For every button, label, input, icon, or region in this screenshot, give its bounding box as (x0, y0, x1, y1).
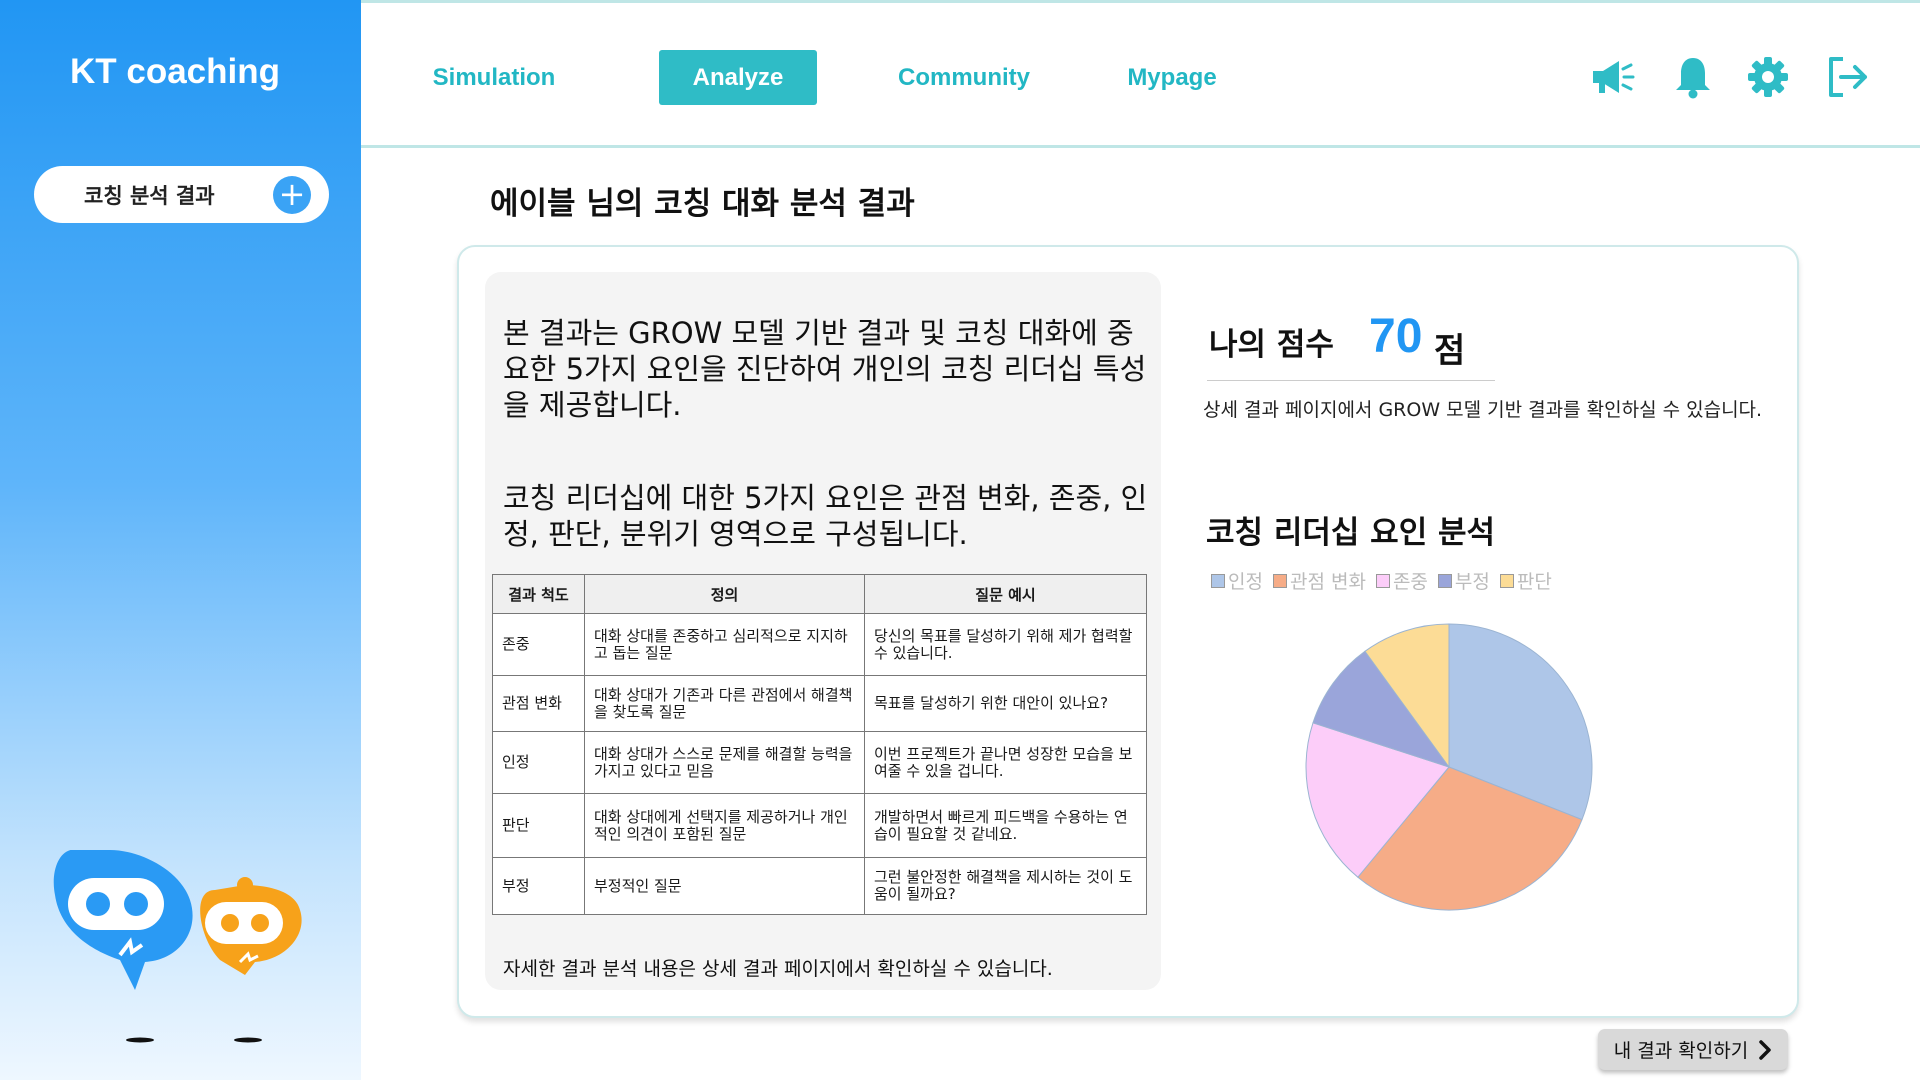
blue-mascot (53, 850, 193, 990)
legend-label: 부정 (1454, 571, 1490, 593)
column-header: 정의 (584, 574, 865, 614)
legend-item: 존중 (1375, 567, 1428, 594)
chevron-right-icon (1759, 1039, 1771, 1060)
table-header-row: 결과 척도 정의 질문 예시 (492, 574, 1147, 614)
score-value: 70 (1369, 310, 1423, 363)
view-my-results-label: 내 결과 확인하기 (1613, 1040, 1749, 1062)
intro-paragraph: 본 결과는 GROW 모델 기반 결과 및 코칭 대화에 중요한 5가지 요인을… (503, 316, 1147, 422)
table-cell: 대화 상대가 스스로 문제를 해결할 능력을 가지고 있다고 믿음 (584, 731, 865, 794)
legend-swatch (1375, 573, 1390, 588)
analysis-card: 본 결과는 GROW 모델 기반 결과 및 코칭 대화에 중요한 5가지 요인을… (457, 245, 1799, 1018)
legend-label: 관점 변화 (1289, 571, 1366, 593)
megaphone-icon[interactable] (1589, 53, 1637, 101)
sidebar: KT coaching 코칭 분석 결과 + (0, 0, 361, 1080)
table-cell: 인정 (492, 731, 585, 794)
table-cell: 목표를 달성하기 위한 대안이 있나요? (864, 675, 1147, 732)
legend-item: 관점 변화 (1272, 567, 1366, 594)
table-cell: 부정 (492, 857, 585, 915)
legend-item: 인정 (1211, 567, 1263, 594)
table-cell: 관점 변화 (492, 675, 585, 732)
tab-analyze[interactable]: Analyze (659, 50, 817, 105)
pie-chart (1305, 623, 1593, 911)
table-cell: 판단 (492, 793, 585, 858)
table-row: 부정 부정적인 질문 그런 불안정한 해결책을 제시하는 것이 도움이 될까요? (492, 857, 1147, 915)
table-cell: 당신의 목표를 달성하기 위해 제가 협력할 수 있습니다. (864, 613, 1147, 676)
factors-table: 결과 척도 정의 질문 예시 존중 대화 상대를 존중하고 심리적으로 지지하고… (492, 574, 1147, 915)
legend-item: 판단 (1499, 567, 1552, 594)
column-header: 질문 예시 (864, 574, 1147, 614)
legend-label: 판단 (1516, 571, 1552, 593)
legend-swatch (1499, 573, 1514, 588)
legend-swatch (1272, 573, 1287, 588)
tab-community[interactable]: Community (884, 50, 1044, 105)
app-title[interactable]: KT coaching (0, 52, 350, 92)
chart-title: 코칭 리더십 요인 분석 (1206, 515, 1496, 551)
logout-icon[interactable] (1823, 53, 1871, 101)
table-cell: 부정적인 질문 (584, 857, 865, 915)
sidebar-item-label: 코칭 분석 결과 (84, 183, 215, 208)
score-label: 나의 점수 (1209, 327, 1334, 363)
description-panel: 본 결과는 GROW 모델 기반 결과 및 코칭 대화에 중요한 5가지 요인을… (485, 272, 1161, 990)
view-my-results-button[interactable]: 내 결과 확인하기 (1598, 1029, 1788, 1070)
orange-mascot (200, 877, 302, 975)
factors-paragraph: 코칭 리더십에 대한 5가지 요인은 관점 변화, 존중, 인정, 판단, 분위… (503, 481, 1148, 551)
table-cell: 이번 프로젝트가 끝나면 성장한 모습을 보여줄 수 있을 겁니다. (864, 731, 1147, 794)
table-cell: 존중 (492, 613, 585, 676)
tab-simulation[interactable]: Simulation (423, 50, 565, 105)
score-divider (1207, 380, 1495, 381)
top-navigation: Simulation Analyze Community Mypage (361, 0, 1920, 148)
legend-item: 부정 (1437, 567, 1490, 594)
legend-swatch (1211, 573, 1225, 588)
table-cell: 대화 상대에게 선택지를 제공하거나 개인적인 의견이 포함된 질문 (584, 793, 865, 858)
table-row: 판단 대화 상대에게 선택지를 제공하거나 개인적인 의견이 포함된 질문 개발… (492, 793, 1147, 858)
score-unit: 점 (1434, 331, 1466, 371)
table-cell: 그런 불안정한 해결책을 제시하는 것이 도움이 될까요? (864, 857, 1147, 915)
column-header: 결과 척도 (492, 574, 585, 614)
page-title: 에이블 님의 코칭 대화 분석 결과 (490, 186, 915, 222)
details-footnote: 자세한 결과 분석 내용은 상세 결과 페이지에서 확인하실 수 있습니다. (503, 958, 1053, 980)
tab-mypage[interactable]: Mypage (1107, 50, 1237, 105)
table-row: 존중 대화 상대를 존중하고 심리적으로 지지하고 돕는 질문 당신의 목표를 … (492, 613, 1147, 676)
table-cell: 대화 상대를 존중하고 심리적으로 지지하고 돕는 질문 (584, 613, 865, 676)
bell-icon[interactable] (1669, 53, 1717, 101)
table-cell: 대화 상대가 기존과 다른 관점에서 해결책을 찾도록 질문 (584, 675, 865, 732)
mascot-illustration (53, 850, 302, 1043)
table-row: 관점 변화 대화 상대가 기존과 다른 관점에서 해결책을 찾도록 질문 목표를… (492, 675, 1147, 732)
sidebar-item-coaching-results[interactable]: 코칭 분석 결과 + (34, 166, 329, 223)
table-row: 인정 대화 상대가 스스로 문제를 해결할 능력을 가지고 있다고 믿음 이번 … (492, 731, 1147, 794)
add-icon[interactable]: + (273, 176, 311, 214)
chart-legend: 인정 관점 변화 존중 부정 판단 (1211, 567, 1552, 594)
gear-icon[interactable] (1744, 53, 1792, 101)
score-note: 상세 결과 페이지에서 GROW 모델 기반 결과를 확인하실 수 있습니다. (1203, 399, 1763, 421)
legend-label: 인정 (1228, 571, 1263, 593)
legend-swatch (1437, 573, 1452, 588)
legend-label: 존중 (1392, 571, 1428, 593)
table-cell: 개발하면서 빠르게 피드백을 수용하는 연습이 필요할 것 같네요. (864, 793, 1147, 858)
